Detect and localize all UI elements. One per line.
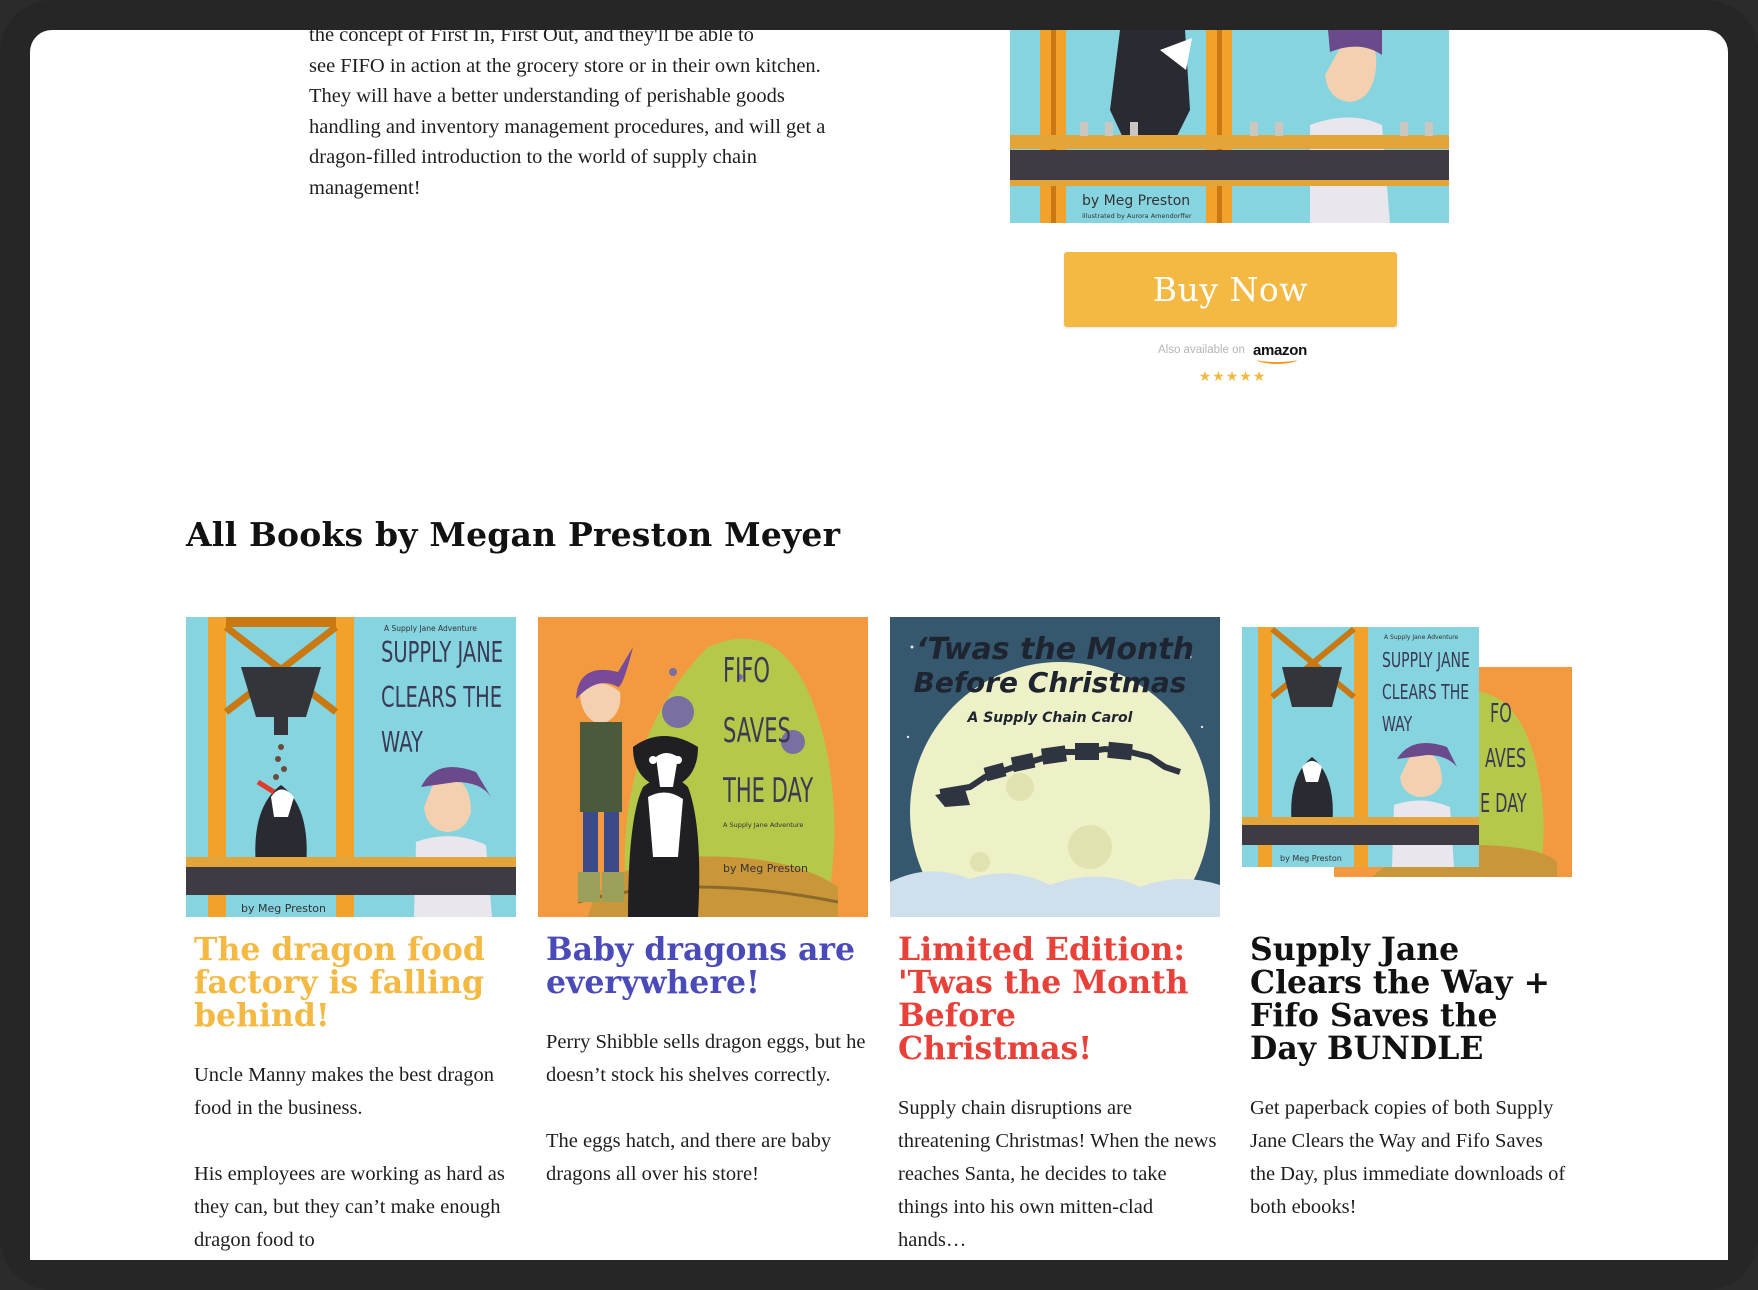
hero-cover-illustration: by Meg Preston illustrated by Aurora Ame… [1010, 30, 1449, 223]
bundle-back-line-1: FO [1490, 699, 1512, 729]
supply-jane-title-line-1: SUPPLY JANE [381, 635, 503, 669]
browser-viewport: the concept of First In, First Out, and … [30, 30, 1728, 1260]
book-desc-paragraph: Supply chain disruptions are threatening… [898, 1097, 1217, 1251]
also-available-label: Also available on [1157, 344, 1245, 356]
fifo-byline: by Meg Preston [723, 862, 808, 875]
rating-stars: ★★★★★ [1198, 369, 1267, 385]
book-desc-fifo: Perry Shibble sells dragon eggs, but he … [546, 1026, 866, 1224]
bundle-back-line-3: E DAY [1480, 789, 1527, 819]
book-title-twas[interactable]: Limited Edition: 'Twas the Month Before … [898, 933, 1198, 1065]
supply-jane-title-line-2: CLEARS THE [381, 680, 502, 714]
intro-paragraph: the concept of First In, First Out, and … [309, 30, 829, 204]
bundle-back-line-2: AVES [1485, 744, 1526, 774]
book-desc-paragraph: Get paperback copies of both Supply Jane… [1250, 1097, 1566, 1218]
supply-jane-cover-art: A Supply Jane Adventure SUPPLY JANE CLEA… [186, 617, 516, 917]
bundle-cover-art: FO AVES E DAY A Supply Jane Adventure SU… [1242, 617, 1572, 917]
device-frame: the concept of First In, First Out, and … [0, 0, 1758, 1290]
book-cover-fifo[interactable]: FIFO SAVES THE DAY A Supply Jane Adventu… [538, 617, 868, 917]
book-cover-supply-jane[interactable]: A Supply Jane Adventure SUPPLY JANE CLEA… [186, 617, 516, 917]
bundle-byline: by Meg Preston [1280, 854, 1342, 863]
fifo-series: A Supply Jane Adventure [723, 821, 803, 829]
book-cover-bundle[interactable]: FO AVES E DAY A Supply Jane Adventure SU… [1242, 617, 1572, 917]
fifo-title-line-1: FIFO [723, 651, 770, 691]
book-desc-bundle: Get paperback copies of both Supply Jane… [1250, 1092, 1570, 1257]
twas-title-line-2: Before Christmas [914, 666, 1187, 699]
book-desc-paragraph: His employees are working as hard as the… [194, 1163, 505, 1251]
intro-cut-line: the concept of First In, First Out, and … [309, 30, 754, 46]
supply-jane-title-line-3: WAY [381, 725, 424, 759]
hero-cover-illustrator: illustrated by Aurora Amendorffer [1082, 212, 1192, 220]
hero-cover-byline: by Meg Preston [1082, 193, 1190, 209]
book-desc-supply-jane: Uncle Manny makes the best dragon food i… [194, 1059, 514, 1260]
book-cover-twas-the-month[interactable]: ‘Twas the Month Before Christmas A Suppl… [890, 617, 1220, 917]
also-available-row[interactable]: Also available on amazon [1100, 339, 1365, 364]
fifo-cover-art: FIFO SAVES THE DAY A Supply Jane Adventu… [538, 617, 868, 917]
twas-cover-art: ‘Twas the Month Before Christmas A Suppl… [890, 617, 1220, 917]
hero-book-cover[interactable]: by Meg Preston illustrated by Aurora Ame… [1010, 30, 1449, 223]
intro-text: see FIFO in action at the grocery store … [309, 54, 826, 199]
book-desc-twas: Supply chain disruptions are threatening… [898, 1092, 1218, 1260]
twas-title-line-1: ‘Twas the Month [916, 632, 1194, 667]
buy-now-button[interactable]: Buy Now [1064, 252, 1397, 327]
supply-jane-series: A Supply Jane Adventure [384, 624, 477, 633]
bundle-title-line-1: SUPPLY JANE [1382, 649, 1470, 672]
fifo-title-line-3: THE DAY [722, 771, 813, 811]
amazon-logo[interactable]: amazon [1253, 342, 1307, 364]
fifo-title-line-2: SAVES [723, 711, 791, 751]
book-desc-paragraph: The eggs hatch, and there are baby drago… [546, 1130, 832, 1185]
book-title-supply-jane[interactable]: The dragon food factory is falling behin… [194, 933, 514, 1032]
bundle-title-line-3: WAY [1382, 713, 1412, 736]
amazon-smile-icon [1256, 355, 1297, 364]
book-title-fifo[interactable]: Baby dragons are everywhere! [546, 933, 866, 999]
bundle-title-line-2: CLEARS THE [1382, 681, 1469, 704]
book-title-bundle[interactable]: Supply Jane Clears the Way + Fifo Saves … [1250, 933, 1570, 1065]
bundle-series: A Supply Jane Adventure [1384, 634, 1459, 641]
book-desc-paragraph: Perry Shibble sells dragon eggs, but he … [546, 1031, 866, 1086]
twas-subtitle: A Supply Chain Carol [967, 710, 1133, 726]
supply-jane-byline: by Meg Preston [241, 902, 326, 915]
section-title: All Books by Megan Preston Meyer [186, 515, 841, 554]
book-desc-paragraph: Uncle Manny makes the best dragon food i… [194, 1064, 495, 1119]
